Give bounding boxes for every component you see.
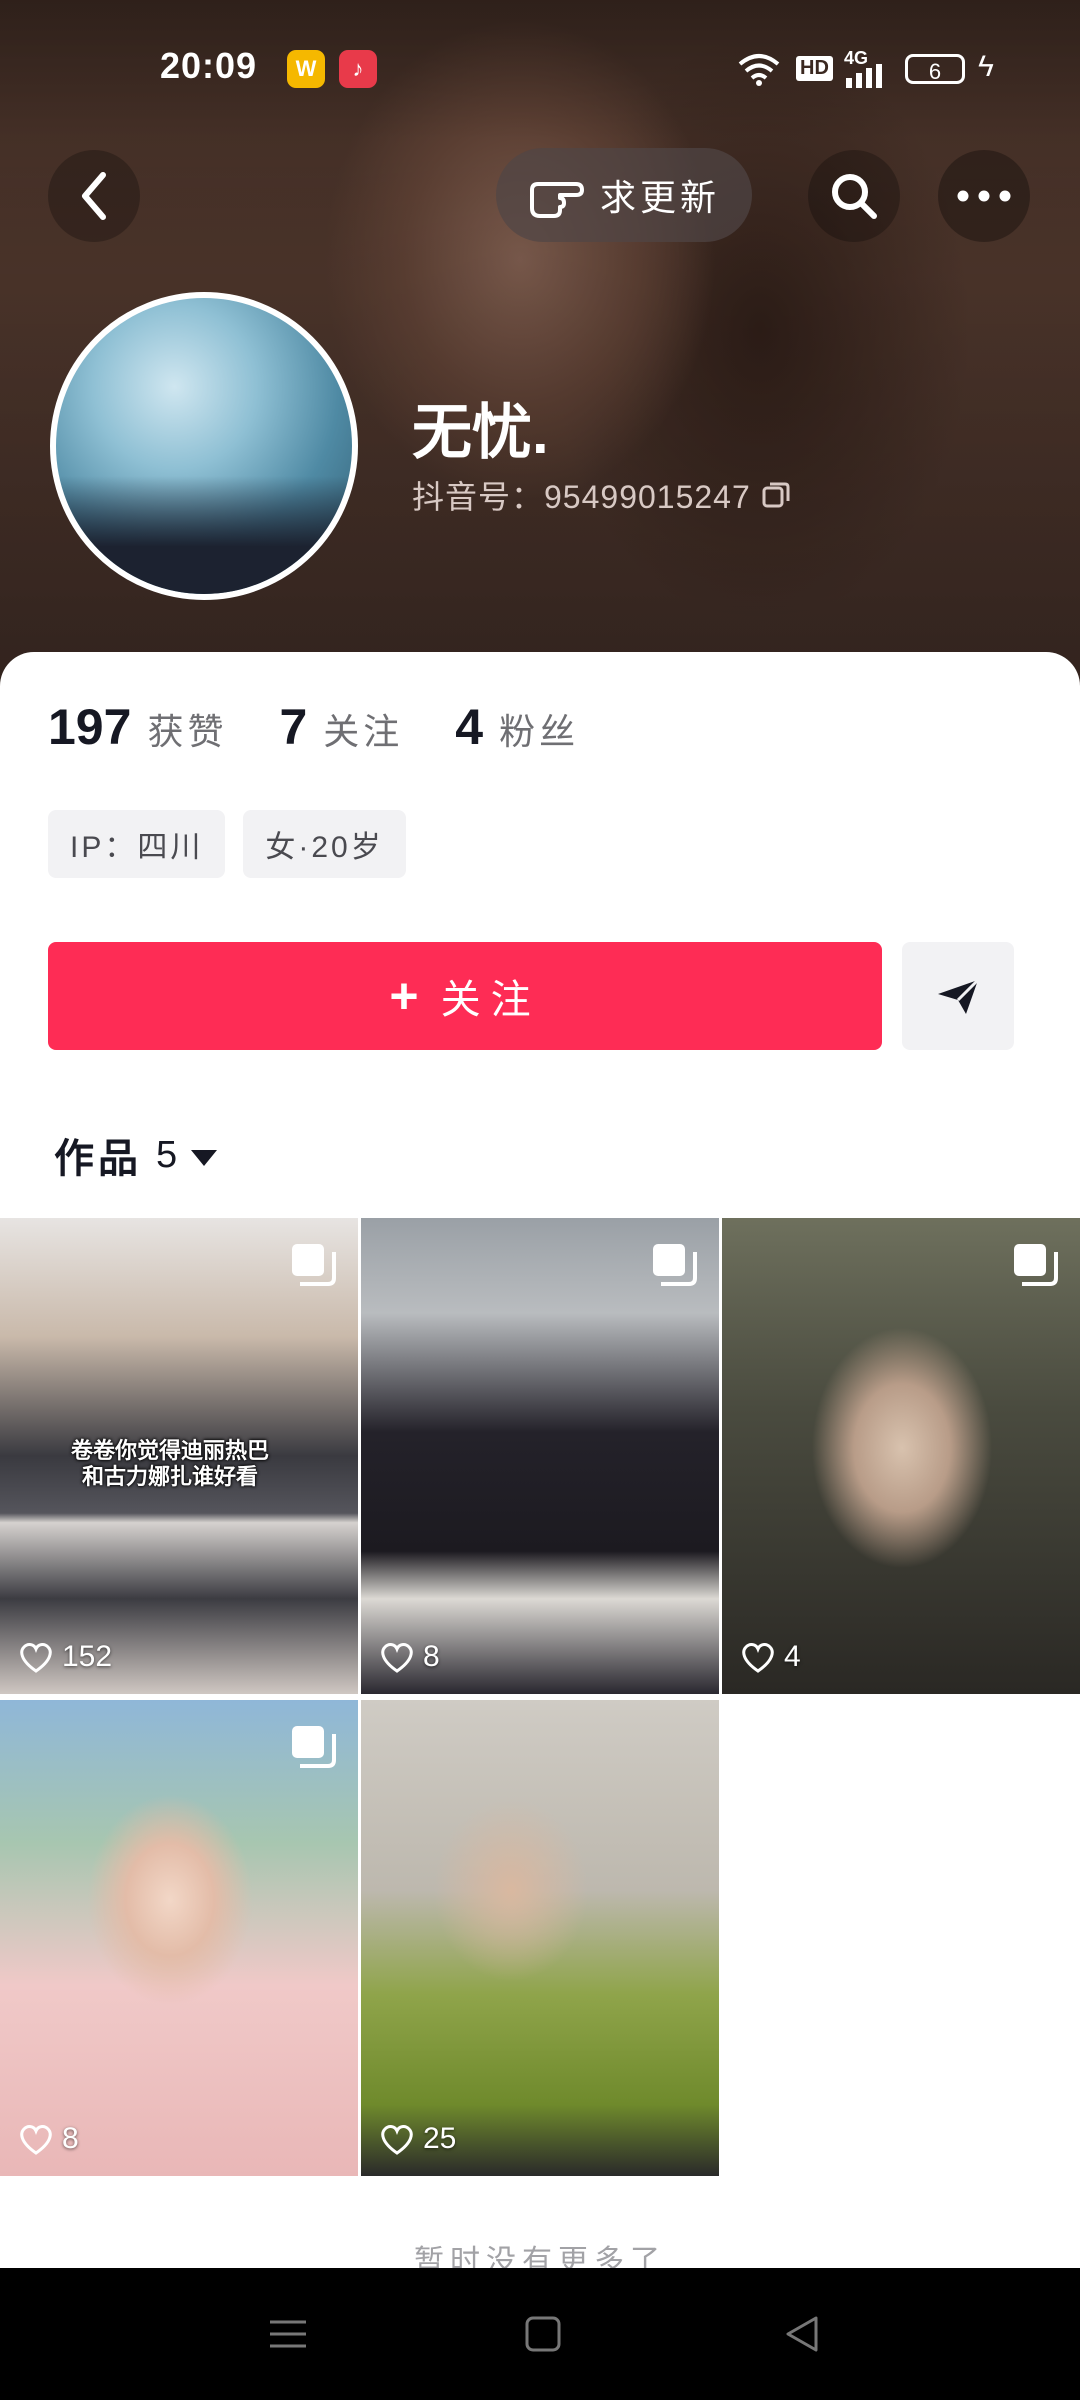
heart-icon xyxy=(20,1643,52,1673)
profile-tags: IP：四川 女·20岁 xyxy=(48,810,424,878)
more-dots-icon xyxy=(957,190,1011,202)
paper-plane-icon xyxy=(938,978,980,1014)
video-likes-count: 8 xyxy=(423,1640,440,1673)
system-navigation-bar xyxy=(0,2268,1080,2400)
likes-label: 获赞 xyxy=(147,711,228,752)
more-options-button[interactable] xyxy=(938,150,1030,242)
request-update-label: 求更新 xyxy=(600,177,721,218)
video-likes: 152 xyxy=(18,1640,112,1674)
douyin-id: 抖音号：95499015247 xyxy=(412,472,791,518)
avatar[interactable] xyxy=(50,292,358,600)
works-tab[interactable]: 作品 5 xyxy=(54,1126,218,1184)
works-count: 5 xyxy=(156,1133,178,1176)
plus-icon: + xyxy=(389,968,419,1024)
video-likes: 8 xyxy=(379,1640,440,1674)
multi-image-icon xyxy=(653,1244,697,1286)
home-square-icon[interactable] xyxy=(524,2314,562,2354)
video-likes: 8 xyxy=(18,2122,79,2156)
hd-indicator: HD xyxy=(796,56,833,81)
profile-nickname: 无忧. xyxy=(412,399,549,466)
pointing-hand-icon xyxy=(530,182,584,218)
video-thumbnail[interactable]: 25 xyxy=(361,1700,719,2176)
avatar-image-detail xyxy=(56,475,352,594)
following-label[interactable]: 关注 xyxy=(323,703,403,755)
music-notification-icon: ♪ xyxy=(339,50,377,88)
weibo-notification-icon: W xyxy=(287,50,325,88)
video-likes-count: 25 xyxy=(423,2122,457,2155)
works-tab-label: 作品 xyxy=(54,1137,142,1181)
heart-icon xyxy=(381,2125,413,2155)
video-thumbnail[interactable]: 8 xyxy=(361,1218,719,1694)
send-message-button[interactable] xyxy=(902,942,1014,1050)
chevron-left-icon xyxy=(82,172,106,220)
gender-age-tag: 女·20岁 xyxy=(243,810,406,878)
request-update-button[interactable]: 求更新 xyxy=(496,148,752,242)
followers-label[interactable]: 粉丝 xyxy=(499,703,579,755)
video-likes-count: 8 xyxy=(62,2122,79,2155)
video-thumbnail[interactable]: 卷卷你觉得迪丽热巴 和古力娜扎谁好看 152 xyxy=(0,1218,358,1694)
follow-label: 关注 xyxy=(440,978,541,1022)
heart-icon xyxy=(20,2125,52,2155)
follow-button[interactable]: + 关注 xyxy=(48,942,882,1050)
video-likes: 4 xyxy=(740,1640,801,1674)
video-thumbnail[interactable]: 4 xyxy=(722,1218,1080,1694)
charging-icon: ϟ xyxy=(978,50,994,83)
search-button[interactable] xyxy=(808,150,900,242)
status-bar: 20:09 W ♪ HD 4G 6 ϟ xyxy=(0,0,1080,140)
following-count[interactable]: 7 xyxy=(279,698,307,756)
heart-icon xyxy=(742,1643,774,1673)
video-likes-count: 152 xyxy=(62,1640,113,1673)
search-icon xyxy=(832,174,877,219)
douyin-id-text: 抖音号：95499015247 xyxy=(412,479,751,515)
caret-down-icon xyxy=(191,1150,218,1166)
works-grid: 卷卷你觉得迪丽热巴 和古力娜扎谁好看 152 8 4 8 25 xyxy=(0,1218,1080,2178)
copy-icon[interactable] xyxy=(761,480,791,510)
profile-screen: 20:09 W ♪ HD 4G 6 ϟ 求更新 无忧. 抖音号：95499015… xyxy=(0,0,1080,2400)
wifi-icon xyxy=(738,54,780,86)
battery-indicator: 6 xyxy=(905,54,965,84)
video-caption: 卷卷你觉得迪丽热巴 和古力娜扎谁好看 xyxy=(70,1438,269,1489)
back-button[interactable] xyxy=(48,150,140,242)
back-triangle-icon[interactable] xyxy=(782,2314,822,2354)
video-likes-count: 4 xyxy=(784,1640,801,1673)
signal-icon xyxy=(846,64,882,88)
ip-location-tag: IP：四川 xyxy=(48,810,226,878)
multi-image-icon xyxy=(292,1726,336,1768)
likes-count: 197 xyxy=(48,699,132,755)
multi-image-icon xyxy=(292,1244,336,1286)
profile-stats: 197 获赞 7 关注 4 粉丝 xyxy=(48,698,631,756)
multi-image-icon xyxy=(1014,1244,1058,1286)
status-time: 20:09 xyxy=(160,45,258,86)
video-thumbnail[interactable]: 8 xyxy=(0,1700,358,2176)
heart-icon xyxy=(381,1643,413,1673)
menu-icon[interactable] xyxy=(268,2314,308,2354)
followers-count[interactable]: 4 xyxy=(455,698,483,756)
video-likes: 25 xyxy=(379,2122,456,2156)
